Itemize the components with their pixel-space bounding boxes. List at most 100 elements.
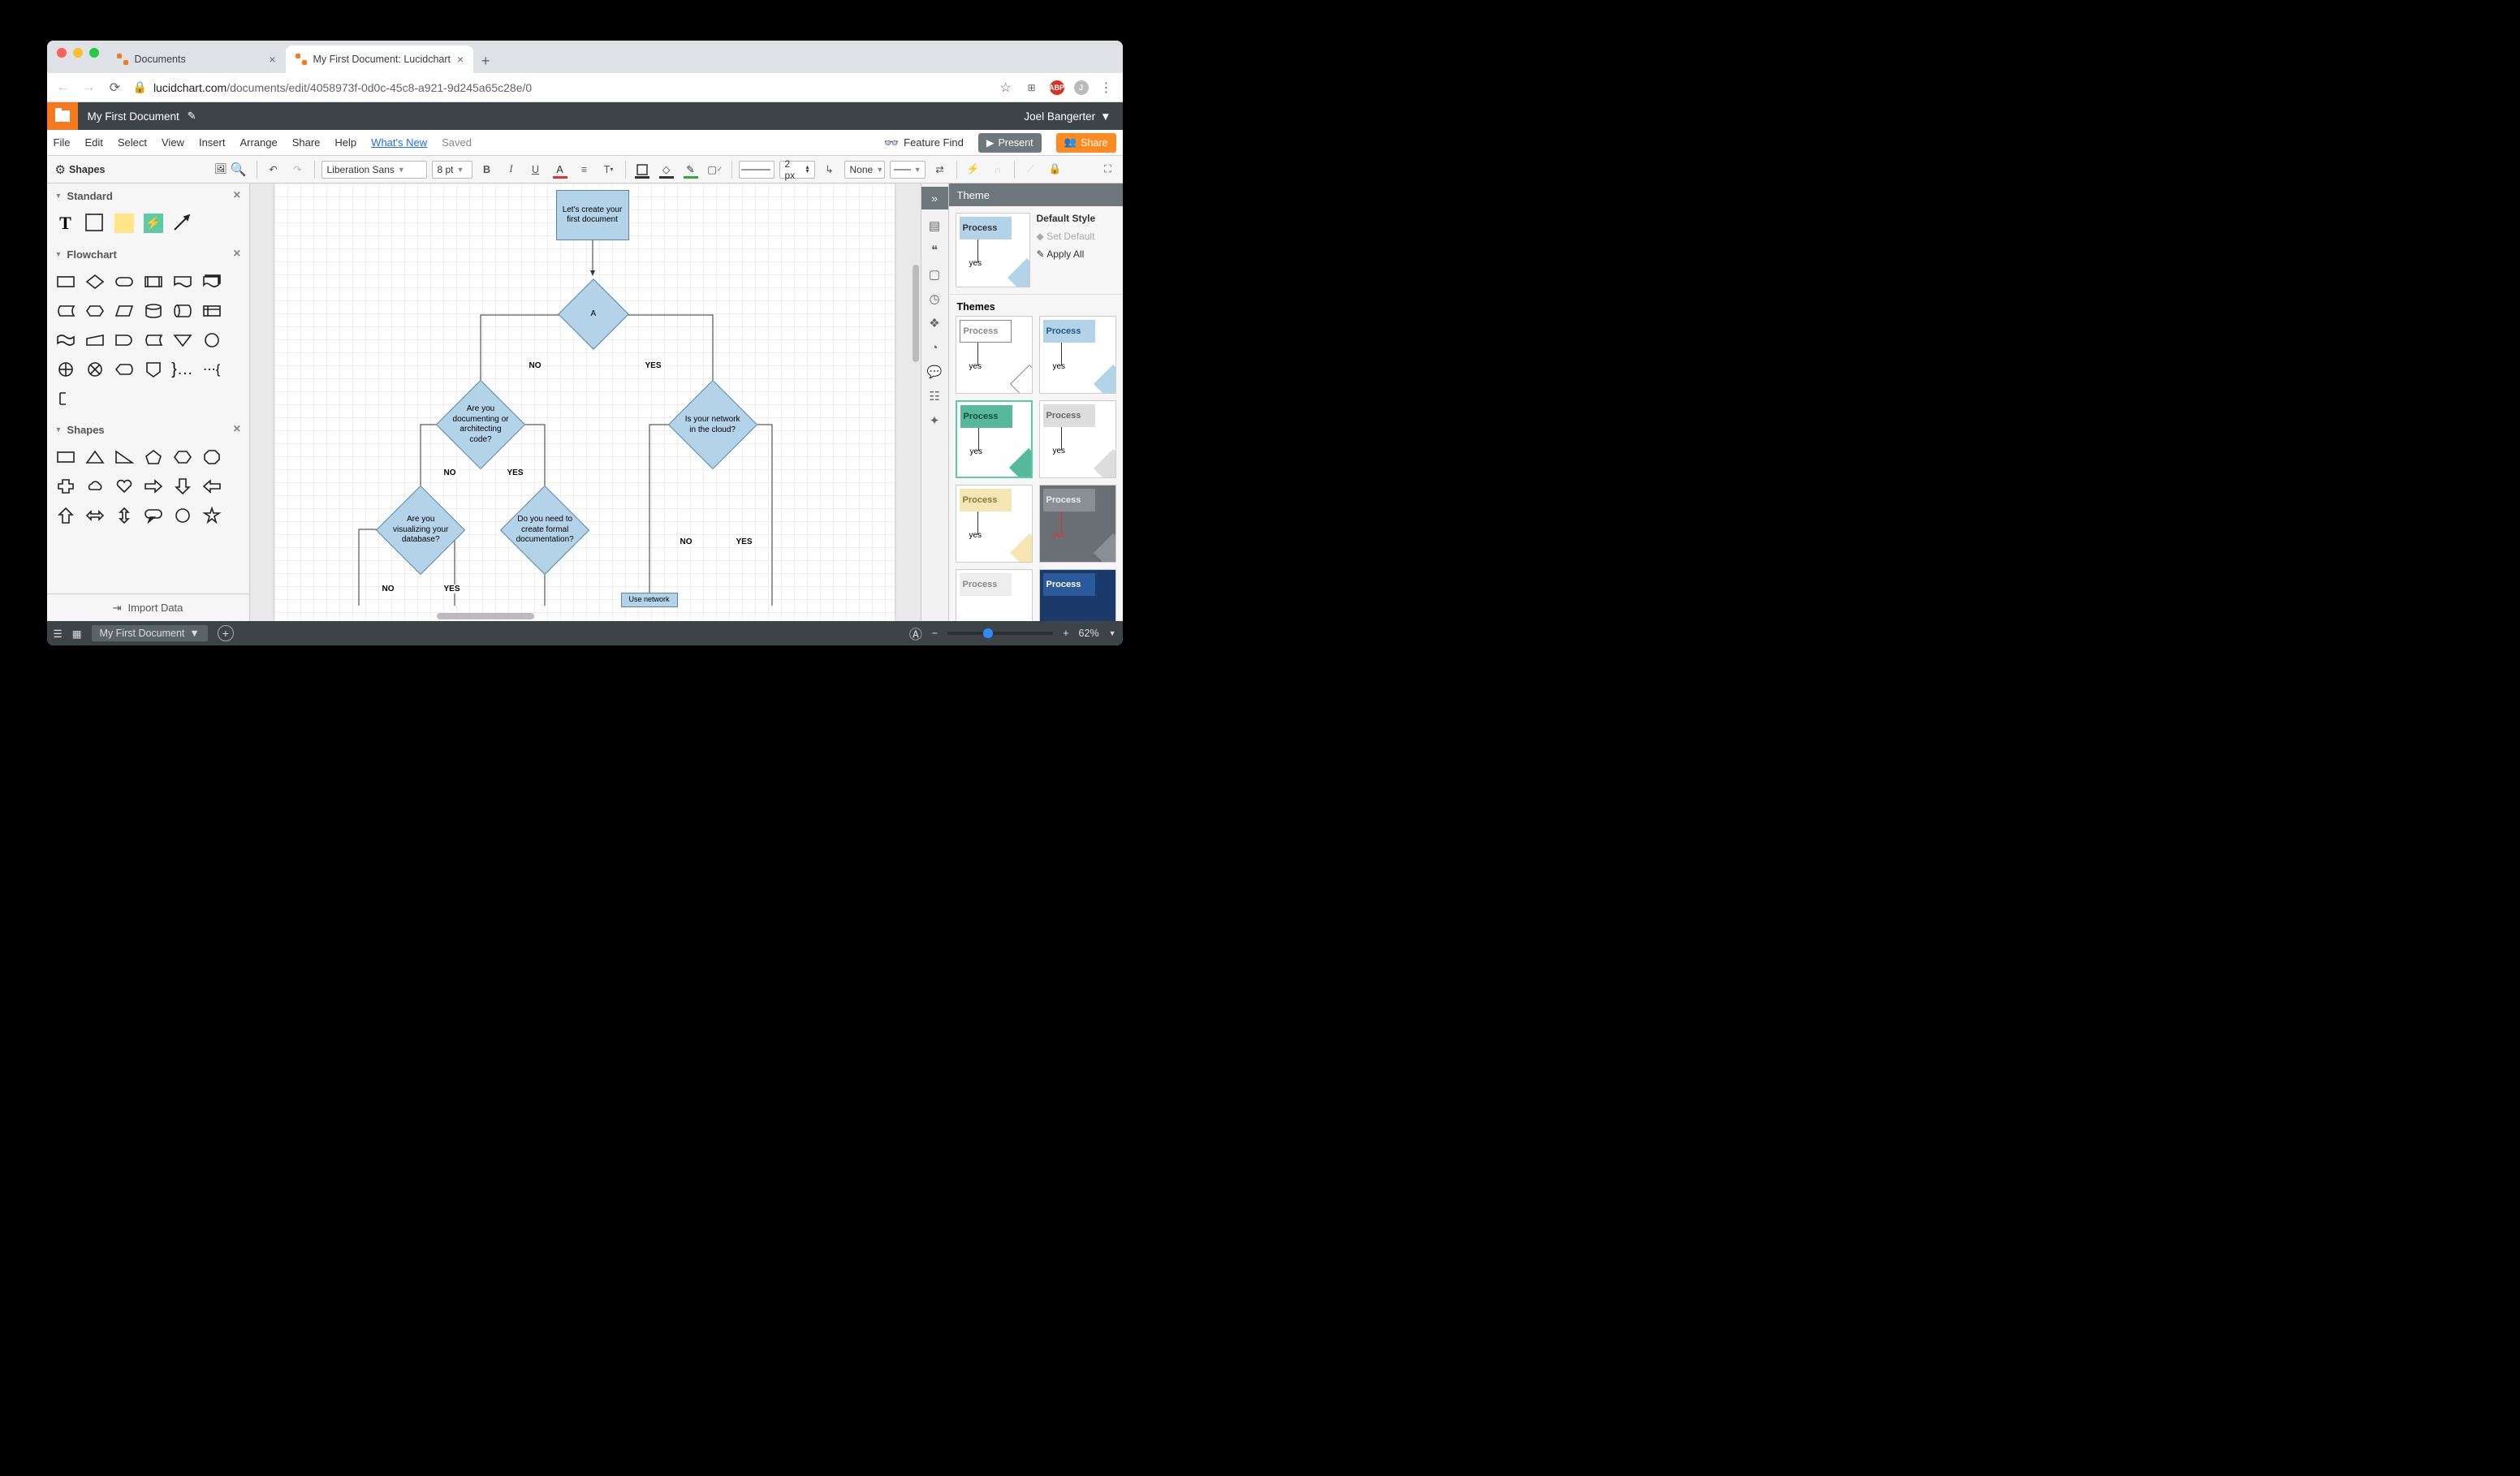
arrow-start-select[interactable]: None▼ xyxy=(844,161,885,179)
italic-icon[interactable]: I xyxy=(502,160,521,179)
page-selector[interactable]: My First Document▼ xyxy=(92,625,208,641)
fc-io[interactable] xyxy=(112,299,136,323)
sh-arrow-down[interactable] xyxy=(170,474,195,498)
fc-manual-input[interactable] xyxy=(83,328,107,352)
user-menu[interactable]: Joel Bangerter ▼ xyxy=(1012,110,1122,123)
vertical-scrollbar[interactable] xyxy=(913,265,919,362)
sh-arrow-right[interactable] xyxy=(141,474,166,498)
close-icon[interactable]: × xyxy=(233,422,240,437)
redo-icon[interactable]: ↷ xyxy=(288,160,308,179)
fc-display[interactable] xyxy=(112,357,136,382)
data-icon[interactable]: ☷ xyxy=(926,388,943,404)
category-flowchart[interactable]: ▼Flowchart× xyxy=(47,242,249,266)
whats-new-link[interactable]: What's New xyxy=(371,136,427,149)
theme-option[interactable]: Processyes xyxy=(1039,485,1116,563)
theme-option[interactable]: Processyes xyxy=(956,316,1033,394)
sh-arrow-lr[interactable] xyxy=(83,503,107,528)
fc-connector[interactable] xyxy=(200,328,224,352)
block-shape[interactable] xyxy=(83,211,107,235)
align-icon[interactable]: ≡ xyxy=(575,160,594,179)
sync-icon[interactable]: Ⓐ xyxy=(909,624,922,643)
list-view-icon[interactable]: ☰ xyxy=(54,628,63,640)
hotspot-shape[interactable]: ⚡ xyxy=(141,211,166,235)
wand-icon[interactable]: ⟋ xyxy=(1021,160,1041,179)
node-usenet[interactable]: Use network xyxy=(621,593,678,607)
close-tab-icon[interactable]: × xyxy=(269,53,275,66)
action-icon[interactable]: ⚡ xyxy=(964,160,983,179)
node-start[interactable]: Let's create your first document xyxy=(556,190,629,240)
sh-pentagon[interactable] xyxy=(141,445,166,469)
sh-right-tri[interactable] xyxy=(112,445,136,469)
maximize-window-icon[interactable] xyxy=(89,48,99,58)
theme-option[interactable]: Process xyxy=(956,569,1033,621)
zoom-in-icon[interactable]: + xyxy=(1063,628,1068,639)
add-page-button[interactable]: + xyxy=(218,625,234,641)
sh-cloud[interactable] xyxy=(83,474,107,498)
history-icon[interactable]: ◷ xyxy=(926,291,943,307)
sh-arrow-left[interactable] xyxy=(200,474,224,498)
bold-icon[interactable]: B xyxy=(477,160,497,179)
page-surface[interactable]: Let's create your first document A NO YE… xyxy=(274,183,895,621)
fc-stored-data[interactable] xyxy=(141,328,166,352)
minimize-window-icon[interactable] xyxy=(73,48,83,58)
fc-sum[interactable] xyxy=(83,357,107,382)
apply-all-button[interactable]: ✎ Apply All xyxy=(1037,248,1096,260)
browser-tab-editor[interactable]: My First Document: Lucidchart × xyxy=(286,45,474,73)
undo-icon[interactable]: ↶ xyxy=(264,160,283,179)
fullscreen-icon[interactable]: ⛶ xyxy=(1098,160,1118,179)
document-title[interactable]: My First Document xyxy=(88,110,179,123)
text-options-icon[interactable]: T▾ xyxy=(599,160,619,179)
sh-cross[interactable] xyxy=(54,474,78,498)
stroke-width-select[interactable]: 2 px▴▾ xyxy=(779,161,815,179)
zoom-level[interactable]: 62% xyxy=(1079,628,1099,639)
sh-octagon[interactable] xyxy=(200,445,224,469)
fc-terminator[interactable] xyxy=(112,270,136,294)
font-size-select[interactable]: 8 pt▼ xyxy=(432,161,472,179)
close-icon[interactable]: × xyxy=(233,247,240,261)
border-color-icon[interactable]: ◇ xyxy=(657,160,676,179)
fc-predefined[interactable] xyxy=(141,270,166,294)
chevron-down-icon[interactable]: ▼ xyxy=(1109,629,1116,637)
folder-button[interactable] xyxy=(47,102,78,130)
comment-icon[interactable]: ❝ xyxy=(926,242,943,258)
forward-icon[interactable]: → xyxy=(81,80,97,95)
fc-offpage[interactable] xyxy=(141,357,166,382)
sh-heart[interactable] xyxy=(112,474,136,498)
menu-arrange[interactable]: Arrange xyxy=(239,136,277,149)
profile-avatar-icon[interactable]: J xyxy=(1074,80,1089,95)
grid-view-icon[interactable]: ▦ xyxy=(72,628,82,640)
browser-tab-documents[interactable]: Documents × xyxy=(107,45,286,73)
edit-title-icon[interactable]: ✎ xyxy=(188,110,196,123)
master-icon[interactable]: ◔ xyxy=(926,339,943,356)
menu-share[interactable]: Share xyxy=(292,136,321,149)
menu-help[interactable]: Help xyxy=(334,136,356,149)
fill-color-icon[interactable] xyxy=(632,160,652,179)
search-icon[interactable]: 🔍 xyxy=(231,162,247,178)
sh-rect[interactable] xyxy=(54,445,78,469)
theme-option-selected[interactable]: Processyes xyxy=(956,400,1033,478)
shape-options-icon[interactable]: ▢✓ xyxy=(706,160,725,179)
gear-icon[interactable]: ⚙ xyxy=(55,162,66,177)
theme-option[interactable]: Processyes xyxy=(956,485,1033,563)
menu-edit[interactable]: Edit xyxy=(84,136,102,149)
sh-triangle[interactable] xyxy=(83,445,107,469)
close-tab-icon[interactable]: × xyxy=(457,53,464,66)
magic-icon[interactable]: ✦ xyxy=(926,412,943,429)
import-data-button[interactable]: ⇥ Import Data xyxy=(47,593,249,621)
fc-database[interactable] xyxy=(141,299,166,323)
fc-or[interactable] xyxy=(54,357,78,382)
zoom-slider[interactable] xyxy=(947,632,1053,635)
menu-insert[interactable]: Insert xyxy=(199,136,226,149)
category-standard[interactable]: ▼Standard× xyxy=(47,183,249,208)
close-icon[interactable]: × xyxy=(233,188,240,203)
swap-arrows-icon[interactable]: ⇄ xyxy=(930,160,950,179)
feature-find-button[interactable]: 👓 Feature Find xyxy=(883,136,963,150)
fc-multidoc[interactable] xyxy=(200,270,224,294)
font-select[interactable]: Liberation Sans▼ xyxy=(321,161,427,179)
sh-callout[interactable] xyxy=(141,503,166,528)
slideshow-icon[interactable]: ▢ xyxy=(926,266,943,283)
text-shape[interactable]: T xyxy=(54,211,78,235)
theme-option[interactable]: Process xyxy=(1039,569,1116,621)
fc-delay[interactable] xyxy=(112,328,136,352)
theme-option[interactable]: Processyes xyxy=(1039,400,1116,478)
